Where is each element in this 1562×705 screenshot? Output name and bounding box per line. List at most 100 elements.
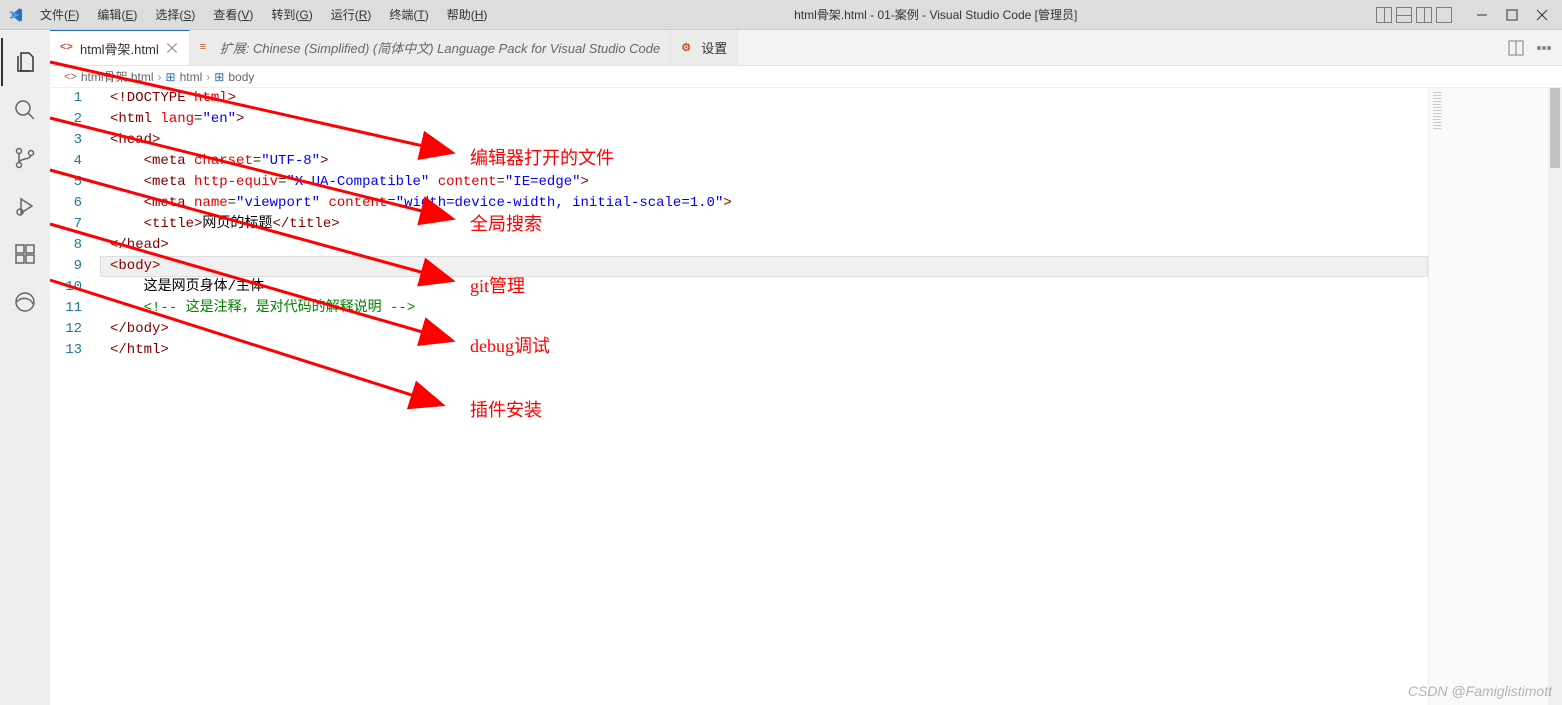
annotation-label: git管理: [470, 272, 525, 298]
editor-tab[interactable]: ≡ 扩展: Chinese (Simplified) (简体中文) Languag…: [190, 30, 672, 65]
window-controls: [1476, 9, 1554, 21]
activity-edge[interactable]: [1, 278, 49, 326]
line-number: 4: [50, 151, 82, 172]
vscode-logo-icon: [8, 7, 24, 23]
activity-extensions[interactable]: [1, 230, 49, 278]
menu-bar: 文件(F)编辑(E)选择(S)查看(V)转到(G)运行(R)终端(T)帮助(H): [32, 2, 495, 27]
scrollbar-thumb[interactable]: [1550, 88, 1560, 168]
breadcrumbs[interactable]: <>html骨架.html›⊞html›⊞body: [50, 66, 1562, 88]
minimap[interactable]: ▬▬▬▬▬▬▬▬▬▬▬▬▬▬▬▬▬▬▬▬▬▬▬▬▬▬▬▬▬▬▬▬▬▬▬▬▬▬▬▬…: [1428, 88, 1548, 705]
breadcrumb-item[interactable]: ⊞ html: [166, 70, 203, 84]
code-lines[interactable]: <!DOCTYPE html><html lang="en"><head> <m…: [100, 88, 1428, 705]
breadcrumb-item[interactable]: ⊞ body: [214, 70, 254, 84]
breadcrumb-item[interactable]: <> html骨架.html: [64, 68, 154, 85]
editor-tab[interactable]: ⚙ 设置: [671, 30, 738, 65]
split-editor-icon[interactable]: [1508, 40, 1524, 56]
code-line[interactable]: <head>: [100, 130, 1428, 151]
code-line[interactable]: </head>: [100, 235, 1428, 256]
annotation-label: debug调试: [470, 332, 550, 358]
tab-actions: [1498, 30, 1562, 65]
line-number: 13: [50, 340, 82, 361]
line-numbers: 12345678910111213: [50, 88, 100, 705]
minimize-icon[interactable]: [1476, 9, 1488, 21]
symbol-icon: ⊞: [214, 70, 224, 84]
annotation-label: 全局搜索: [470, 210, 542, 236]
code-line[interactable]: <!DOCTYPE html>: [100, 88, 1428, 109]
layout-custom-icon[interactable]: [1436, 7, 1452, 23]
code-line[interactable]: <meta name="viewport" content="width=dev…: [100, 193, 1428, 214]
more-actions-icon[interactable]: [1536, 40, 1552, 56]
extensions-icon: [13, 242, 37, 266]
activity-explorer[interactable]: [1, 38, 49, 86]
code-line[interactable]: <!-- 这是注释，是对代码的解释说明 -->: [100, 298, 1428, 319]
watermark: CSDN @Famiglistimott: [1408, 683, 1552, 699]
window-title: html骨架.html - 01-案例 - Visual Studio Code…: [495, 6, 1376, 23]
line-number: 2: [50, 109, 82, 130]
activity-bar: [0, 30, 50, 705]
breadcrumb-label: html骨架.html: [81, 68, 154, 85]
menu-item[interactable]: 运行(R): [323, 2, 380, 27]
menu-item[interactable]: 文件(F): [32, 2, 87, 27]
menu-item[interactable]: 帮助(H): [439, 2, 496, 27]
breadcrumb-label: html: [180, 70, 203, 84]
file-icon: <>: [60, 41, 74, 55]
code-line[interactable]: <title>网页的标题</title>: [100, 214, 1428, 235]
editor-tab[interactable]: <> html骨架.html: [50, 30, 190, 65]
tab-label: 设置: [701, 38, 727, 57]
editor-tabs: <> html骨架.html ≡ 扩展: Chinese (Simplified) (…: [50, 30, 1562, 66]
tab-label: 扩展: Chinese (Simplified) (简体中文) Language…: [220, 38, 661, 57]
annotation-label: 编辑器打开的文件: [470, 144, 614, 170]
activity-source-control[interactable]: [1, 134, 49, 182]
line-number: 1: [50, 88, 82, 109]
code-line[interactable]: <meta charset="UTF-8">: [100, 151, 1428, 172]
menu-item[interactable]: 选择(S): [147, 2, 203, 27]
layout-left-icon[interactable]: [1376, 7, 1392, 23]
code-line[interactable]: <meta http-equiv="X-UA-Compatible" conte…: [100, 172, 1428, 193]
debug-icon: [13, 194, 37, 218]
file-icon: ≡: [200, 41, 214, 55]
code-editor[interactable]: 12345678910111213 <!DOCTYPE html><html l…: [50, 88, 1562, 705]
chevron-right-icon: ›: [158, 70, 162, 84]
line-number: 3: [50, 130, 82, 151]
layout-right-icon[interactable]: [1416, 7, 1432, 23]
files-icon: [14, 50, 38, 74]
menu-item[interactable]: 终端(T): [381, 2, 436, 27]
breadcrumb-label: body: [228, 70, 254, 84]
symbol-icon: ⊞: [166, 70, 176, 84]
maximize-icon[interactable]: [1506, 9, 1518, 21]
menu-item[interactable]: 编辑(E): [89, 2, 145, 27]
layout-bottom-icon[interactable]: [1396, 7, 1412, 23]
edge-icon: [13, 290, 37, 314]
file-icon: ⚙: [681, 41, 695, 55]
line-number: 9: [50, 256, 82, 277]
layout-controls: [1376, 7, 1452, 23]
chevron-right-icon: ›: [206, 70, 210, 84]
line-number: 8: [50, 235, 82, 256]
tab-label: html骨架.html: [80, 39, 159, 58]
line-number: 5: [50, 172, 82, 193]
annotation-label: 插件安装: [470, 396, 542, 422]
line-number: 11: [50, 298, 82, 319]
code-line[interactable]: </html>: [100, 340, 1428, 361]
close-tab-icon[interactable]: [165, 41, 179, 55]
code-line[interactable]: </body>: [100, 319, 1428, 340]
git-branch-icon: [13, 146, 37, 170]
code-line[interactable]: 这是网页身体/主体: [100, 277, 1428, 298]
main-layout: <> html骨架.html ≡ 扩展: Chinese (Simplified) (…: [0, 30, 1562, 705]
close-icon[interactable]: [1536, 9, 1548, 21]
code-line[interactable]: <body>: [100, 256, 1428, 277]
line-number: 12: [50, 319, 82, 340]
editor-area: <> html骨架.html ≡ 扩展: Chinese (Simplified) (…: [50, 30, 1562, 705]
menu-item[interactable]: 转到(G): [263, 2, 320, 27]
code-line[interactable]: <html lang="en">: [100, 109, 1428, 130]
line-number: 6: [50, 193, 82, 214]
activity-search[interactable]: [1, 86, 49, 134]
search-icon: [13, 98, 37, 122]
activity-debug[interactable]: [1, 182, 49, 230]
line-number: 7: [50, 214, 82, 235]
title-bar: 文件(F)编辑(E)选择(S)查看(V)转到(G)运行(R)终端(T)帮助(H)…: [0, 0, 1562, 30]
file-icon: <>: [64, 71, 77, 83]
line-number: 10: [50, 277, 82, 298]
vertical-scrollbar[interactable]: [1548, 88, 1562, 705]
menu-item[interactable]: 查看(V): [205, 2, 261, 27]
